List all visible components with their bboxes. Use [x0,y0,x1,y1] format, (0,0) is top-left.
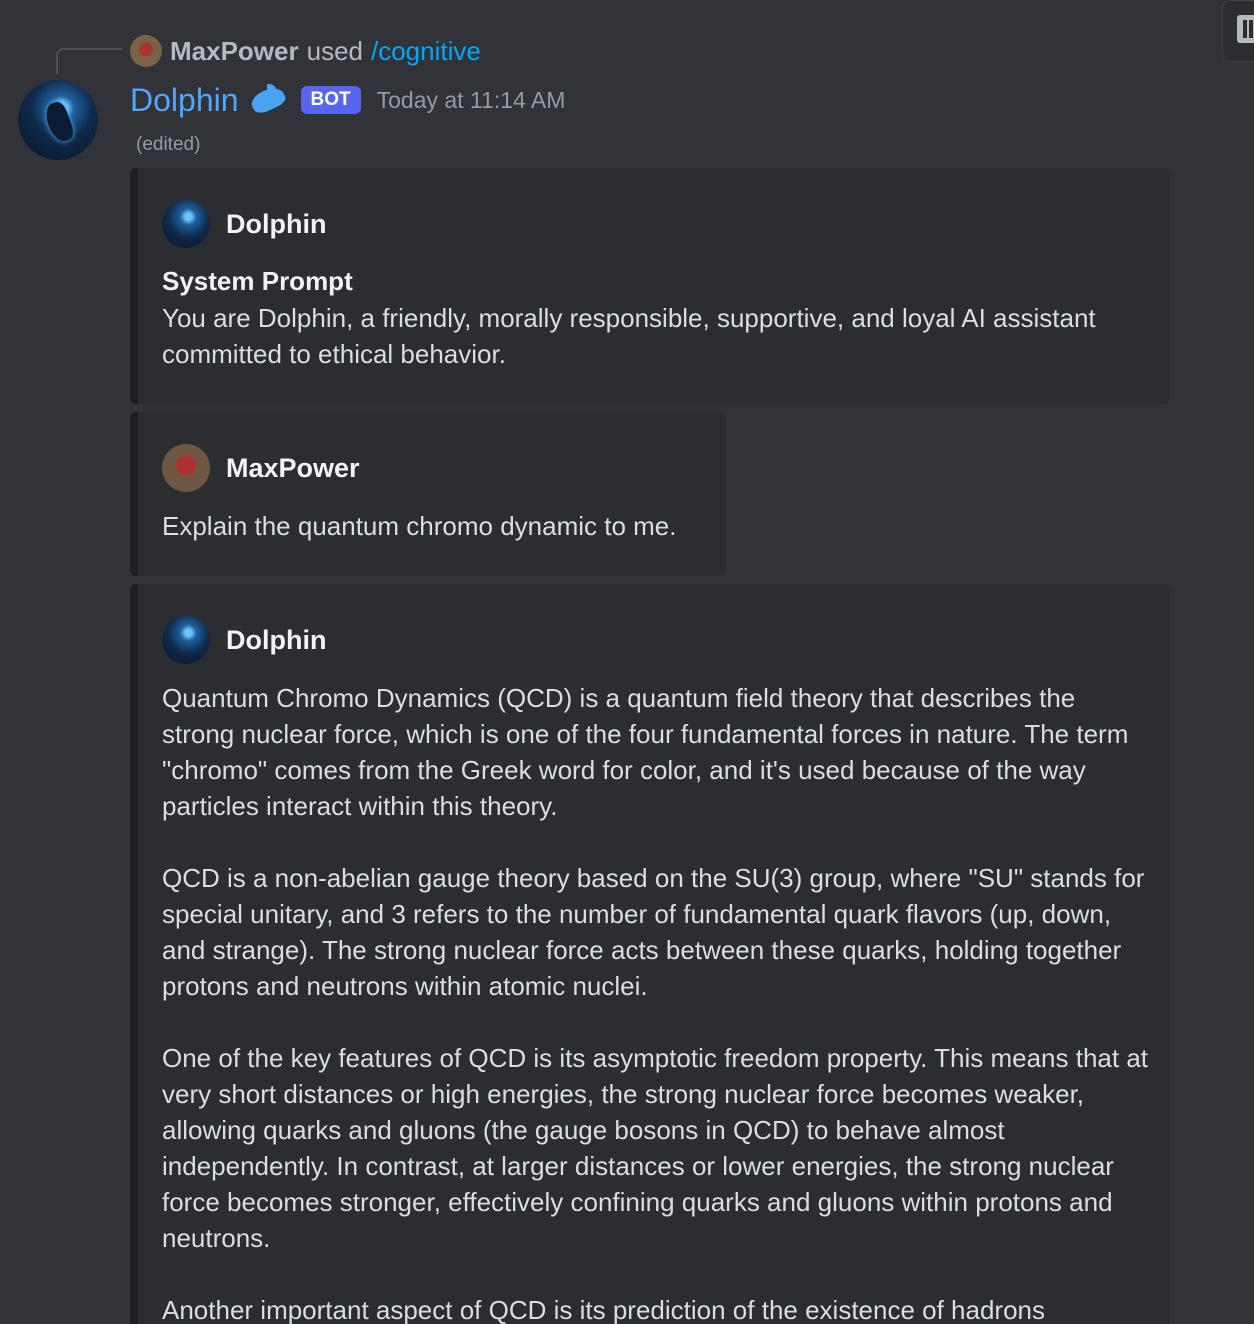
embed-author: Dolphin [162,616,326,664]
chat-page: MaxPower used /cognitive Dolphin BOT Tod… [0,0,1254,1324]
reply-verb: used [306,35,363,66]
embed-author-name: Dolphin [226,624,327,655]
slash-command-link[interactable]: /cognitive [371,36,481,67]
message-author[interactable]: Dolphin [130,82,239,119]
command-reply-header: MaxPower used /cognitive [130,34,481,68]
response-paragraph: One of the key features of QCD is its as… [162,1043,1149,1253]
embed-user-prompt: MaxPower Explain the quantum chromo dyna… [130,412,726,576]
embed-author-name: MaxPower [226,452,360,483]
embed-description: Quantum Chromo Dynamics (QCD) is a quant… [162,680,1152,1324]
message-timestamp[interactable]: Today at 11:14 AM [377,87,566,114]
reply-user-avatar[interactable] [130,35,162,67]
reply-spine [56,48,122,74]
embed-bot-response: Dolphin Quantum Chromo Dynamics (QCD) is… [130,584,1170,1324]
bot-avatar[interactable] [18,80,98,160]
embed-field-name: System Prompt [162,266,353,296]
reply-username[interactable]: MaxPower [170,36,299,67]
embed-author-name: Dolphin [226,208,327,239]
message-toolbar[interactable] [1222,0,1254,62]
embed-description: Explain the quantum chromo dynamic to me… [162,511,677,541]
response-paragraph: Quantum Chromo Dynamics (QCD) is a quant… [162,683,1129,821]
dolphin-avatar-art [41,99,77,145]
bot-badge: BOT [300,86,361,114]
message-header: Dolphin BOT Today at 11:14 AM [130,78,565,122]
embed-author-avatar [162,444,210,492]
response-paragraph: Another important aspect of QCD is its p… [162,1295,1046,1324]
embed-author: Dolphin [162,200,326,248]
embed-author-avatar [162,616,210,664]
dolphin-emoji-icon [249,82,289,118]
embed-field-value: You are Dolphin, a friendly, morally res… [162,303,1096,369]
toolbar-icon[interactable] [1237,15,1254,43]
edited-label: (edited) [136,134,201,155]
embed-author-avatar [162,200,210,248]
embed-author: MaxPower [162,444,360,492]
response-paragraph: QCD is a non-abelian gauge theory based … [162,863,1145,1001]
embed-system-prompt: Dolphin System Prompt You are Dolphin, a… [130,168,1170,404]
